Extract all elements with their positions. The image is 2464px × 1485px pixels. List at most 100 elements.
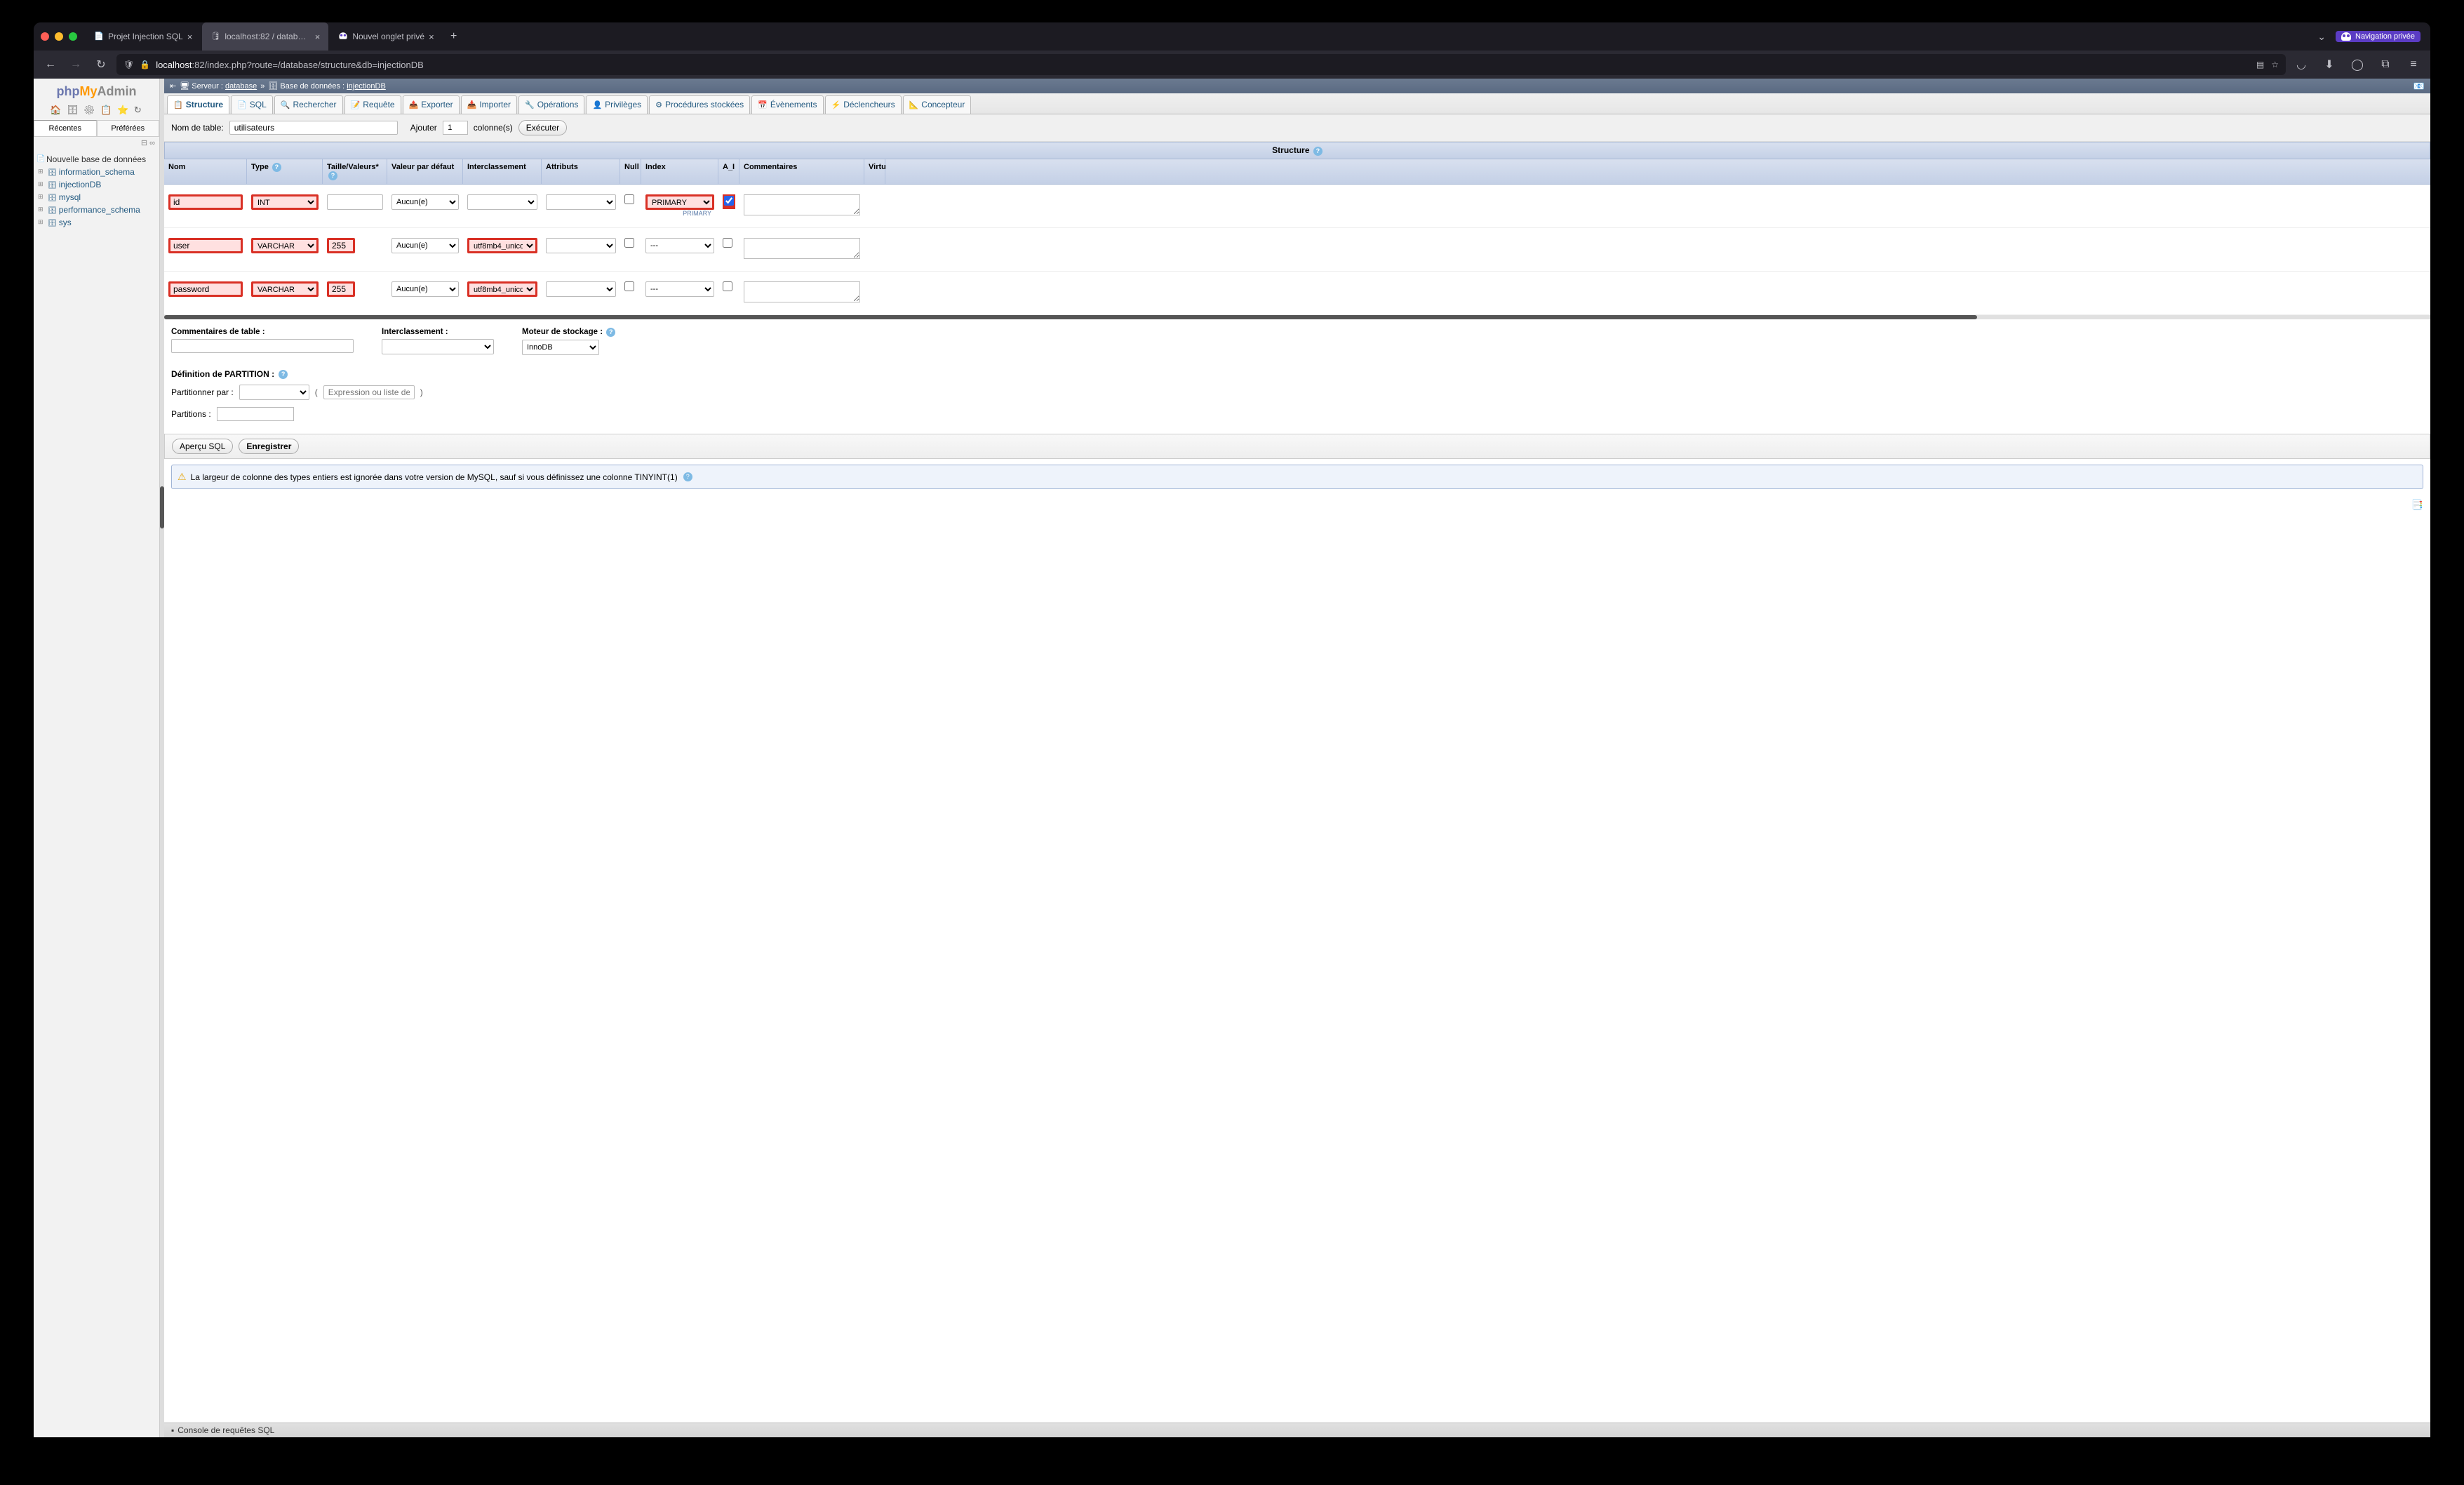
tab-routines[interactable]: ⚙Procédures stockées <box>649 95 750 114</box>
bookmark-icon[interactable]: ☆ <box>2271 60 2279 69</box>
new-tab-button[interactable]: + <box>444 22 464 51</box>
col-default-select[interactable]: Aucun(e) <box>391 194 459 210</box>
col-name-input[interactable] <box>168 281 243 297</box>
db-mysql[interactable]: 🗄mysql <box>38 191 156 204</box>
tab-structure[interactable]: 📋Structure <box>167 95 229 114</box>
sidebar-quick-icons[interactable]: 🏠 🗄 ⚙ 📋 ⭐ ↻ <box>34 102 159 120</box>
tab-query[interactable]: 📝Requête <box>344 95 401 114</box>
tab-phpmyadmin[interactable]: 🛢 localhost:82 / database / injecti… × <box>202 22 328 51</box>
tab-import[interactable]: 📥Importer <box>461 95 517 114</box>
col-collation-select[interactable] <box>467 194 537 210</box>
close-icon[interactable]: × <box>429 32 434 42</box>
server-link[interactable]: database <box>225 82 257 91</box>
database-link[interactable]: injectionDB <box>347 82 386 91</box>
tab-designer[interactable]: 📐Concepteur <box>903 95 972 114</box>
preview-sql-button[interactable]: Aperçu SQL <box>172 439 233 454</box>
partition-by-select[interactable] <box>239 385 309 400</box>
col-name-input[interactable] <box>168 238 243 253</box>
save-button[interactable]: Enregistrer <box>239 439 299 454</box>
col-default-select[interactable]: Aucun(e) <box>391 238 459 253</box>
tab-export[interactable]: 📤Exporter <box>403 95 460 114</box>
menu-icon[interactable]: ≡ <box>2404 55 2423 74</box>
collation-select[interactable] <box>382 339 494 354</box>
col-size-input[interactable] <box>327 194 383 210</box>
table-name-input[interactable] <box>229 121 398 135</box>
back-button[interactable]: ← <box>41 55 60 74</box>
col-null-checkbox[interactable] <box>624 238 634 248</box>
account-icon[interactable]: ◯ <box>2348 55 2367 74</box>
tab-private[interactable]: Nouvel onglet privé × <box>330 22 442 51</box>
col-null-checkbox[interactable] <box>624 194 634 204</box>
nav-toggle-icon[interactable]: ⇤ <box>170 81 176 91</box>
warning-message: ⚠ La largeur de colonne des types entier… <box>171 465 2423 489</box>
window-controls[interactable] <box>41 32 77 41</box>
col-type-select[interactable]: INT <box>251 194 319 210</box>
forward-button[interactable]: → <box>66 55 86 74</box>
url-text: localhost:82/index.php?route=/database/s… <box>156 60 424 70</box>
col-collation-select[interactable]: utf8mb4_unicode_c <box>467 238 537 253</box>
col-size-input[interactable] <box>327 281 355 297</box>
sidetab-recent[interactable]: Récentes <box>34 120 97 136</box>
pocket-icon[interactable]: ◡ <box>2291 55 2311 74</box>
close-icon[interactable]: × <box>187 32 193 42</box>
tab-events[interactable]: 📅Évènements <box>751 95 823 114</box>
tab-privileges[interactable]: 👤Privilèges <box>586 95 648 114</box>
downloads-icon[interactable]: ⬇ <box>2319 55 2339 74</box>
horizontal-scrollbar[interactable] <box>164 315 2430 319</box>
header-type: Type ? <box>247 159 323 184</box>
col-null-checkbox[interactable] <box>624 281 634 291</box>
partitions-stepper[interactable] <box>217 407 294 421</box>
col-index-select[interactable]: PRIMARY <box>645 194 714 210</box>
partition-expr-input[interactable] <box>323 385 415 399</box>
col-type-select[interactable]: VARCHAR <box>251 281 319 297</box>
col-comments-input[interactable] <box>744 238 860 259</box>
tab-sql[interactable]: 📄SQL <box>231 95 273 114</box>
execute-button[interactable]: Exécuter <box>518 120 567 135</box>
db-performance-schema[interactable]: 🗄performance_schema <box>38 204 156 216</box>
storage-select[interactable]: InnoDB <box>522 340 599 355</box>
col-comments-input[interactable] <box>744 281 860 302</box>
tree-toolbar[interactable]: ⊟ ∞ <box>34 137 159 149</box>
tabs-dropdown[interactable]: ⌄ <box>2317 31 2326 43</box>
col-size-input[interactable] <box>327 238 355 253</box>
tab-label: Projet Injection SQL <box>108 32 183 41</box>
help-icon[interactable]: ? <box>1313 147 1323 156</box>
tab-operations[interactable]: 🔧Opérations <box>518 95 584 114</box>
col-index-select[interactable]: --- <box>645 281 714 297</box>
col-default-select[interactable]: Aucun(e) <box>391 281 459 297</box>
table-comments-input[interactable] <box>171 339 354 353</box>
col-index-select[interactable]: --- <box>645 238 714 253</box>
bookmarks-icon[interactable]: 📑 <box>2411 499 2423 511</box>
help-icon[interactable]: ? <box>683 472 692 481</box>
sidetab-favorites[interactable]: Préférées <box>97 120 160 136</box>
col-comments-input[interactable] <box>744 194 860 215</box>
db-sys[interactable]: 🗄sys <box>38 216 156 229</box>
add-columns-stepper[interactable] <box>443 121 468 135</box>
reader-icon[interactable]: ▤ <box>2256 60 2264 69</box>
header-attributes: Attributs <box>542 159 620 184</box>
reload-button[interactable]: ↻ <box>91 55 111 74</box>
col-collation-select[interactable]: utf8mb4_unicode_c <box>467 281 537 297</box>
db-information-schema[interactable]: 🗄information_schema <box>38 166 156 178</box>
col-ai-checkbox[interactable] <box>723 281 732 291</box>
tab-triggers[interactable]: ⚡Déclencheurs <box>825 95 902 114</box>
tab-project[interactable]: 📄 Projet Injection SQL × <box>86 22 201 51</box>
header-size: Taille/Valeurs* ? <box>323 159 387 184</box>
tab-search[interactable]: 🔍Rechercher <box>274 95 343 114</box>
favorite-icon[interactable]: 📧 <box>2413 81 2425 92</box>
col-attr-select[interactable] <box>546 194 616 210</box>
col-ai-checkbox[interactable] <box>724 196 734 206</box>
col-name-input[interactable] <box>168 194 243 210</box>
col-attr-select[interactable] <box>546 281 616 297</box>
tab-label: localhost:82 / database / injecti… <box>225 32 310 41</box>
column-row: INT Aucun(e) PRIMARY PRIMARY <box>164 185 2430 228</box>
sql-console-bar[interactable]: ▪ Console de requêtes SQL <box>164 1423 2430 1437</box>
close-icon[interactable]: × <box>315 32 321 42</box>
extensions-icon[interactable]: ⧉ <box>2376 55 2395 74</box>
col-ai-checkbox[interactable] <box>723 238 732 248</box>
new-database-link[interactable]: Nouvelle base de données <box>38 153 156 166</box>
col-attr-select[interactable] <box>546 238 616 253</box>
db-injectiondb[interactable]: 🗄injectionDB <box>38 178 156 191</box>
col-type-select[interactable]: VARCHAR <box>251 238 319 253</box>
url-bar[interactable]: 🛡 🔒 localhost:82/index.php?route=/databa… <box>116 54 2286 75</box>
